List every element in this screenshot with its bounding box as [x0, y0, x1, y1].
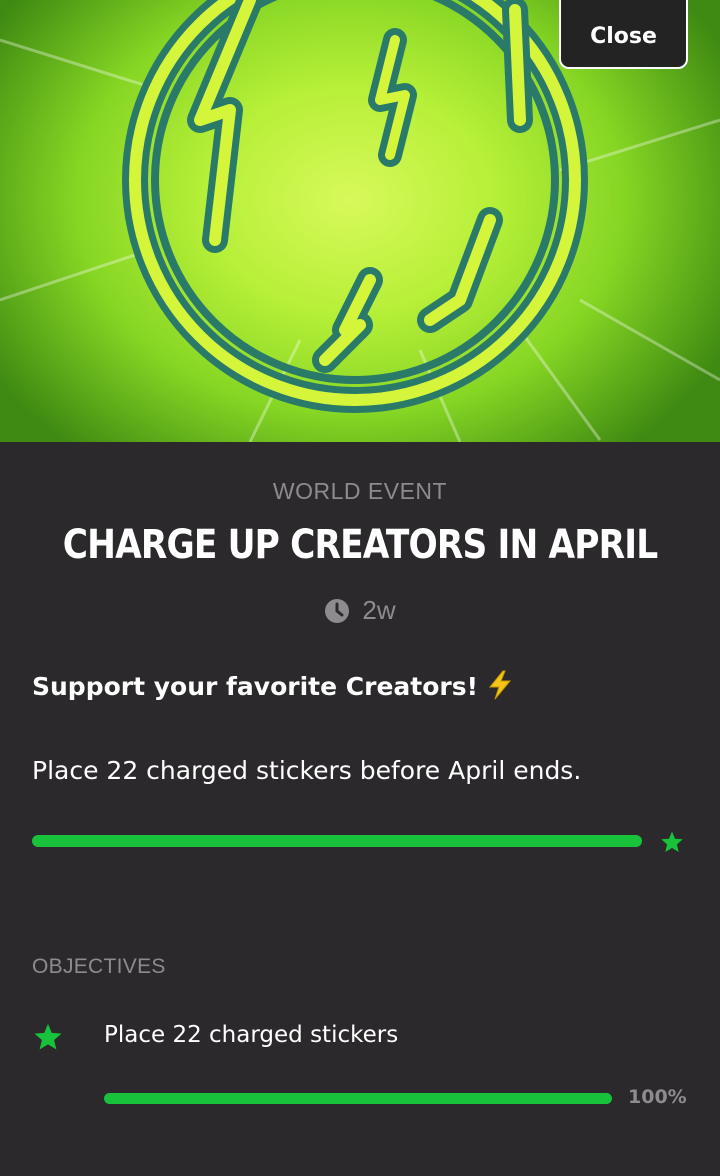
- objective-progress-bar: [104, 1093, 612, 1104]
- time-remaining-row: 2w: [0, 595, 720, 626]
- challenge-progress-bar: [32, 835, 642, 847]
- challenge-headline-text: Support your favorite Creators!: [32, 672, 479, 701]
- objective-label: Place 22 charged stickers: [104, 1022, 399, 1048]
- objective-star-icon: [34, 1023, 62, 1050]
- event-hero-image: Close: [0, 0, 720, 442]
- challenge-progress-fill: [32, 835, 642, 847]
- challenge-description: Place 22 charged stickers before April e…: [32, 756, 582, 785]
- challenge-headline: Support your favorite Creators!: [32, 670, 514, 701]
- star-icon: [661, 831, 683, 852]
- objective-progress-fill: [104, 1093, 612, 1104]
- clock-icon: [325, 598, 350, 623]
- objective-percent: 100%: [628, 1086, 687, 1108]
- event-title: CHARGE UP CREATORS IN APRIL: [62, 522, 658, 568]
- objectives-header: OBJECTIVES: [32, 955, 166, 978]
- close-button[interactable]: Close: [559, 0, 688, 69]
- lightning-bolt-icon: [488, 670, 512, 700]
- event-category-label: WORLD EVENT: [272, 478, 448, 504]
- time-remaining-value: 2w: [362, 595, 396, 625]
